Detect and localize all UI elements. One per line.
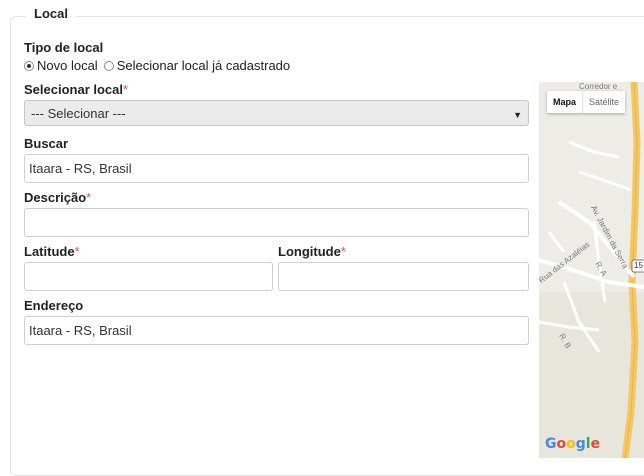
radio-novo-local-label[interactable]: Novo local: [37, 58, 98, 73]
longitude-label-text: Longitude: [278, 244, 341, 259]
fieldset-legend: Local: [26, 6, 76, 21]
selecionar-local-label-text: Selecionar local: [24, 82, 123, 97]
select-value: --- Selecionar ---: [31, 106, 126, 121]
descricao-label-text: Descrição: [24, 190, 87, 205]
radio-selecionar-local[interactable]: [103, 60, 114, 71]
required-mark: *: [123, 82, 129, 97]
radio-selecionar-local-label[interactable]: Selecionar local já cadastrado: [117, 58, 290, 73]
tipo-local-label: Tipo de local: [24, 40, 103, 55]
required-mark: *: [86, 190, 92, 205]
map-view[interactable]: Corredor e Av. Jardim da Serra Rua das A…: [539, 82, 644, 458]
required-mark: *: [340, 244, 346, 259]
buscar-label: Buscar: [24, 136, 68, 151]
required-mark: *: [74, 244, 80, 259]
radio-novo-local[interactable]: [24, 60, 34, 71]
street-label: Corredor e: [579, 82, 618, 91]
endereco-label-text: Endereço: [24, 298, 84, 313]
tipo-local-radio-group: Novo local Selecionar local já cadastrad…: [24, 58, 296, 73]
longitude-input[interactable]: [278, 262, 529, 291]
buscar-input[interactable]: Itaara - RS, Brasil: [24, 154, 529, 183]
map-type-control: Mapa Satélite: [547, 91, 626, 113]
tab-satelite[interactable]: Satélite: [582, 91, 625, 113]
longitude-label: Longitude*: [278, 244, 346, 259]
buscar-label-text: Buscar: [24, 136, 69, 151]
tipo-local-label-text: Tipo de local: [24, 40, 104, 55]
descricao-input[interactable]: [24, 208, 529, 237]
latitude-input[interactable]: [24, 262, 273, 291]
tab-mapa[interactable]: Mapa: [547, 91, 582, 113]
selecionar-local-label: Selecionar local*: [24, 82, 128, 97]
google-logo: Google: [545, 436, 601, 452]
chevron-down-icon: ▼: [513, 110, 522, 120]
route-shield: 15: [634, 261, 643, 270]
latitude-label: Latitude*: [24, 244, 80, 259]
descricao-label: Descrição*: [24, 190, 91, 205]
endereco-input[interactable]: Itaara - RS, Brasil: [24, 316, 529, 345]
selecionar-local-select[interactable]: --- Selecionar --- ▼: [24, 100, 529, 126]
latitude-label-text: Latitude: [24, 244, 75, 259]
endereco-label: Endereço: [24, 298, 83, 313]
